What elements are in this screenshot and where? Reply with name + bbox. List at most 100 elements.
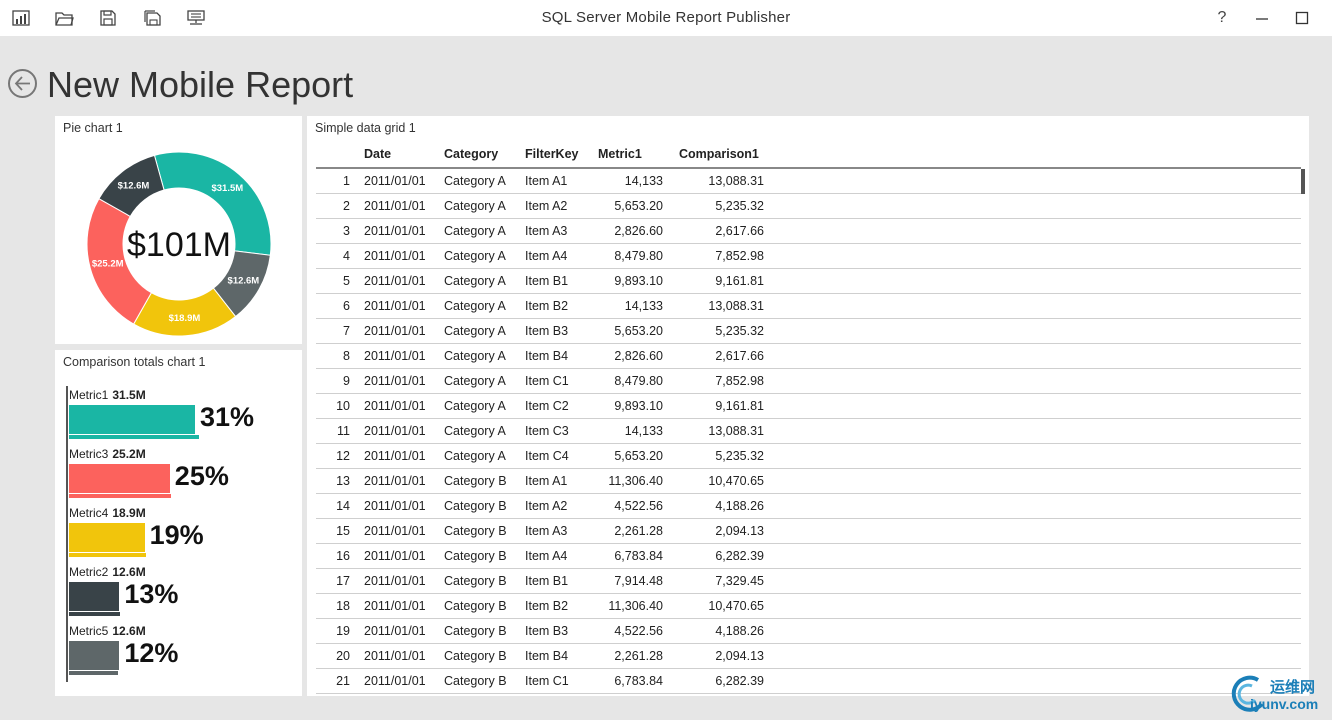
minimize-button[interactable] xyxy=(1250,7,1274,29)
cell-category: Category A xyxy=(436,268,517,294)
cell-date: 2011/01/01 xyxy=(356,243,436,269)
cell-metric1: 11,306.40 xyxy=(590,468,671,494)
comparison-percent-label: 13% xyxy=(124,579,179,609)
table-row[interactable]: 7 2011/01/01 Category A Item B3 5,653.20 5,23… xyxy=(316,318,1301,344)
comparison-metric-value: 12.6M xyxy=(112,565,146,579)
table-row[interactable]: 17 2011/01/01 Category B Item B1 7,914.48 7,3… xyxy=(316,568,1301,594)
data-grid-panel[interactable]: Simple data grid 1 Date Category FilterK… xyxy=(307,116,1309,696)
column-header-comparison1[interactable]: Comparison1 xyxy=(671,140,772,169)
cell-metric1: 11,306.40 xyxy=(590,593,671,619)
cell-category: Category B xyxy=(436,618,517,644)
grid-scrollbar[interactable] xyxy=(1301,169,1305,194)
cell-category: Category A xyxy=(436,293,517,319)
cell-index: 3 xyxy=(316,218,356,244)
cell-category: Category A xyxy=(436,318,517,344)
cell-filterkey: Item C3 xyxy=(517,418,590,444)
comparison-target-bar xyxy=(69,435,199,439)
cell-metric1: 4,522.56 xyxy=(590,493,671,519)
table-row[interactable]: 10 2011/01/01 Category A Item C2 9,893.10 9,1… xyxy=(316,393,1301,419)
cell-category: Category A xyxy=(436,193,517,219)
cell-metric1: 5,653.20 xyxy=(590,193,671,219)
table-row[interactable]: 5 2011/01/01 Category A Item B1 9,893.10 9,16… xyxy=(316,268,1301,294)
cell-date: 2011/01/01 xyxy=(356,518,436,544)
cell-category: Category B xyxy=(436,493,517,519)
comparison-row[interactable]: Metric2 12.6M 13% xyxy=(69,565,297,623)
table-row[interactable]: 13 2011/01/01 Category B Item A1 11,306.40 10… xyxy=(316,468,1301,494)
cell-filler xyxy=(772,643,1301,669)
comparison-bar xyxy=(69,405,195,434)
table-row[interactable]: 6 2011/01/01 Category A Item B2 14,133 13,088… xyxy=(316,293,1301,319)
cell-filterkey: Item B4 xyxy=(517,643,590,669)
cell-filterkey: Item C2 xyxy=(517,393,590,419)
cell-filterkey: Item A1 xyxy=(517,168,590,194)
column-header-date[interactable]: Date xyxy=(356,140,436,169)
cell-date: 2011/01/01 xyxy=(356,168,436,194)
donut-slice-label: $31.5M xyxy=(211,183,243,194)
cell-filler xyxy=(772,393,1301,419)
column-header-metric1[interactable]: Metric1 xyxy=(590,140,671,169)
cell-filterkey: Item A2 xyxy=(517,493,590,519)
cell-date: 2011/01/01 xyxy=(356,293,436,319)
table-row[interactable]: 4 2011/01/01 Category A Item A4 8,479.80 7,85… xyxy=(316,243,1301,269)
cell-comparison1: 10,470.65 xyxy=(671,468,772,494)
cell-date: 2011/01/01 xyxy=(356,618,436,644)
table-row[interactable]: 11 2011/01/01 Category A Item C3 14,133 13,08… xyxy=(316,418,1301,444)
cell-filler xyxy=(772,168,1301,194)
table-row[interactable]: 19 2011/01/01 Category B Item B3 4,522.56 4,1… xyxy=(316,618,1301,644)
table-row[interactable]: 16 2011/01/01 Category B Item A4 6,783.84 6,2… xyxy=(316,543,1301,569)
table-row[interactable]: 12 2011/01/01 Category A Item C4 5,653.20 5,2… xyxy=(316,443,1301,469)
pie-chart-panel[interactable]: Pie chart 1 $31.5M $12.6M $18.9M $25.2M $12.… xyxy=(55,116,302,344)
table-row[interactable]: 8 2011/01/01 Category A Item B4 2,826.60 2,61… xyxy=(316,343,1301,369)
table-row[interactable]: 3 2011/01/01 Category A Item A3 2,826.60 2,61… xyxy=(316,218,1301,244)
table-row[interactable]: 20 2011/01/01 Category B Item B4 2,261.28 2,0… xyxy=(316,643,1301,669)
cell-comparison1: 6,282.39 xyxy=(671,543,772,569)
back-button[interactable] xyxy=(8,69,37,98)
cell-category: Category A xyxy=(436,343,517,369)
cell-filterkey: Item A2 xyxy=(517,193,590,219)
help-button[interactable]: ? xyxy=(1210,7,1234,29)
comparison-row[interactable]: Metric4 18.9M 19% xyxy=(69,506,297,564)
table-row[interactable]: 2 2011/01/01 Category A Item A2 5,653.20 5,23… xyxy=(316,193,1301,219)
cell-comparison1: 2,617.66 xyxy=(671,218,772,244)
cell-date: 2011/01/01 xyxy=(356,193,436,219)
cell-date: 2011/01/01 xyxy=(356,343,436,369)
cell-comparison1: 4,188.26 xyxy=(671,493,772,519)
cell-metric1: 6,783.84 xyxy=(590,543,671,569)
cell-category: Category B xyxy=(436,543,517,569)
comparison-metric-value: 12.6M xyxy=(112,624,146,638)
column-header-index[interactable] xyxy=(316,140,356,169)
comparison-metric-name: Metric1 xyxy=(69,388,109,402)
cell-comparison1: 6,282.39 xyxy=(671,668,772,694)
table-row[interactable]: 18 2011/01/01 Category B Item B2 11,306.40 10… xyxy=(316,593,1301,619)
table-row[interactable]: 21 2011/01/01 Category B Item C1 6,783.84 6,2… xyxy=(316,668,1301,694)
comparison-target-bar xyxy=(69,671,119,675)
cell-date: 2011/01/01 xyxy=(356,468,436,494)
maximize-button[interactable] xyxy=(1290,7,1314,29)
comparison-row[interactable]: Metric1 31.5M 31% xyxy=(69,388,297,446)
cell-index: 10 xyxy=(316,393,356,419)
table-row[interactable]: 1 2011/01/01 Category A Item A1 14,133 13,088… xyxy=(316,168,1301,194)
table-row[interactable]: 9 2011/01/01 Category A Item C1 8,479.80 7,85… xyxy=(316,368,1301,394)
cell-category: Category A xyxy=(436,218,517,244)
cell-filler xyxy=(772,243,1301,269)
comparison-metric-name: Metric3 xyxy=(69,447,109,461)
column-header-category[interactable]: Category xyxy=(436,140,517,169)
cell-date: 2011/01/01 xyxy=(356,443,436,469)
table-row[interactable]: 15 2011/01/01 Category B Item A3 2,261.28 2,0… xyxy=(316,518,1301,544)
cell-comparison1: 7,852.98 xyxy=(671,243,772,269)
cell-comparison1: 2,094.13 xyxy=(671,643,772,669)
comparison-percent-label: 31% xyxy=(200,402,255,432)
table-row[interactable]: 14 2011/01/01 Category B Item A2 4,522.56 4,1… xyxy=(316,493,1301,519)
column-header-filterkey[interactable]: FilterKey xyxy=(517,140,590,169)
cell-metric1: 6,783.84 xyxy=(590,668,671,694)
comparison-metric-value: 25.2M xyxy=(112,447,146,461)
comparison-row[interactable]: Metric3 25.2M 25% xyxy=(69,447,297,505)
cell-metric1: 5,653.20 xyxy=(590,443,671,469)
comparison-row[interactable]: Metric5 12.6M 12% xyxy=(69,624,297,682)
app-title: SQL Server Mobile Report Publisher xyxy=(541,9,791,26)
comparison-chart-panel[interactable]: Comparison totals chart 1 Metric1 31.5M 31… xyxy=(55,350,302,696)
cell-metric1: 8,479.80 xyxy=(590,368,671,394)
cell-index: 7 xyxy=(316,318,356,344)
column-header-filler xyxy=(772,140,1301,169)
cell-date: 2011/01/01 xyxy=(356,218,436,244)
